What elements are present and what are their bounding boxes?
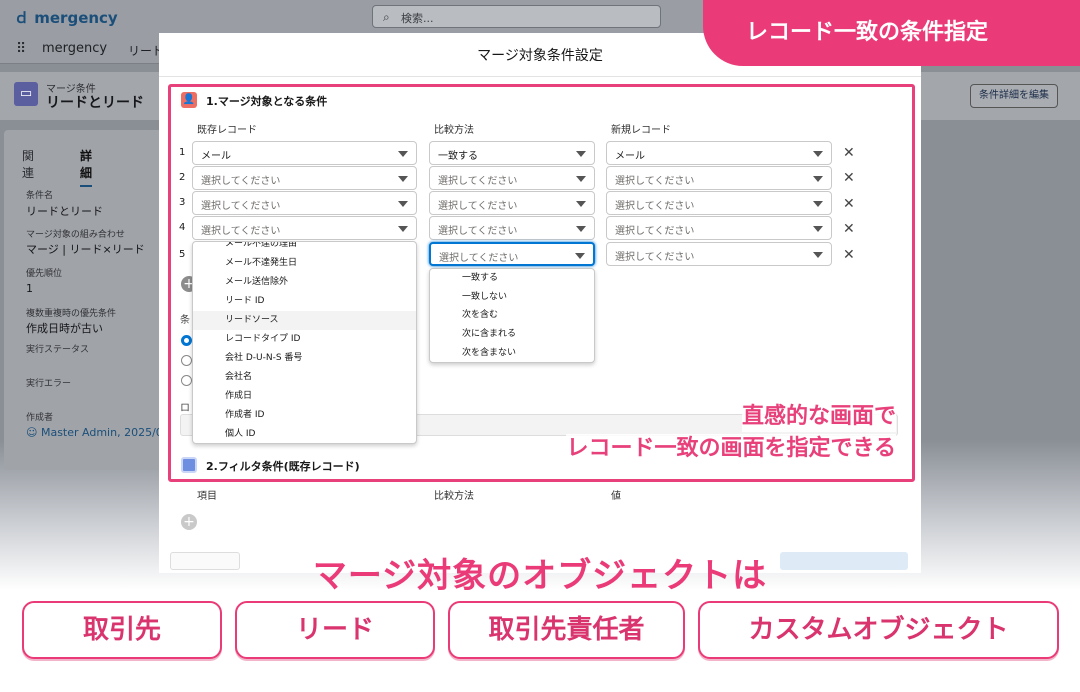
search-placeholder: 検索... [401,12,434,25]
field-label: 複数重複時の優先条件 [26,309,117,319]
banner-text: レコード一致の条件指定 [746,20,989,45]
s2-col-header-value: 値 [611,491,621,502]
app-launcher-icon[interactable]: ⠿ [16,41,26,57]
search-icon: ⌕ [383,10,390,24]
field-value: 1 [26,282,33,295]
created-by-link[interactable]: ☺ Master Admin, 2025/05/ [26,426,173,439]
field-label: 優先順位 [26,269,63,279]
object-pill-account: 取引先 [22,601,222,659]
object-pill-contact: 取引先責任者 [448,601,685,659]
s2-col-header-compare: 比較方法 [434,491,474,502]
annotation-line1: 直感的な画面で [741,402,896,432]
user-avatar-icon: ☺ [26,426,38,439]
record-title: リードとリード [46,95,144,111]
object-pill-custom: カスタムオブジェクト [698,601,1059,659]
field-value: 作成日時が古い [26,322,103,335]
field-value: マージ | リード×リード [26,243,145,256]
logo-text: mergency [34,9,118,27]
field-label: 条件名 [26,191,54,201]
object-pill-lead: リード [235,601,435,659]
annotation-line2: レコード一致の画面を指定できる [566,434,896,464]
field-value: リードとリード [26,205,103,218]
field-label: 実行ステータス [26,345,90,355]
field-label: 実行エラー [26,379,72,389]
tab-related[interactable]: 関連 [22,147,34,181]
app-name: mergency [42,41,108,56]
logo-glyph-icon: ｄ [14,9,30,27]
created-by-value: Master Admin, 2025/05/ [40,426,174,439]
tab-detail[interactable]: 詳細 [80,147,93,187]
field-label: 作成者 [26,413,54,423]
record-type-icon: ▭ [14,82,38,106]
headline: マージ対象のオブジェクトは [312,556,768,596]
edit-condition-button[interactable]: 条件詳細を編集 [970,84,1058,108]
global-search-input[interactable]: ⌕ 検索... [372,5,661,28]
app-logo[interactable]: ｄ mergency [14,7,118,28]
s2-col-header-item: 項目 [197,491,217,502]
add-filter-icon[interactable]: + [181,514,197,530]
field-label: マージ対象の組み合わせ [26,230,125,240]
